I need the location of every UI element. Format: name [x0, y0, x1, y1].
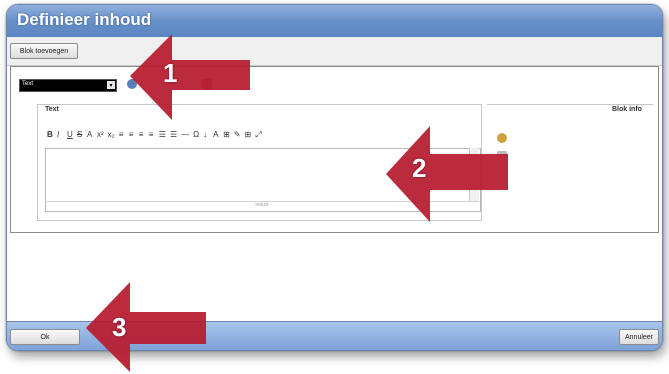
dialog-title: Definieer inhoud: [17, 10, 152, 29]
dialog-toolbar: Blok toevoegen: [7, 37, 662, 66]
callout-number-2: 2: [412, 153, 427, 183]
block-type-value: Text: [22, 81, 34, 87]
cancel-button[interactable]: Annuleer: [619, 329, 659, 345]
text-group-label: Text: [45, 106, 59, 113]
ok-button[interactable]: Ok: [10, 329, 80, 345]
block-info-label: Blok info: [612, 106, 642, 113]
add-block-button[interactable]: Blok toevoegen: [10, 43, 78, 59]
callout-arrow-1: [130, 34, 250, 120]
superscript-button[interactable]: x²: [97, 130, 104, 140]
block-type-select[interactable]: Text ▾: [19, 79, 117, 92]
title-bar[interactable]: Definieer inhoud: [7, 5, 662, 37]
callout-number-1: 1: [163, 58, 178, 88]
callout-arrow-2: [386, 126, 508, 222]
italic-button[interactable]: I: [57, 130, 63, 140]
bold-button[interactable]: B: [47, 130, 53, 140]
strikethrough-button[interactable]: S: [77, 130, 83, 140]
text-color-button[interactable]: A: [87, 130, 93, 140]
callout-number-3: 3: [112, 312, 127, 342]
callout-arrow-3: [86, 282, 206, 372]
underline-button[interactable]: U: [67, 130, 73, 140]
